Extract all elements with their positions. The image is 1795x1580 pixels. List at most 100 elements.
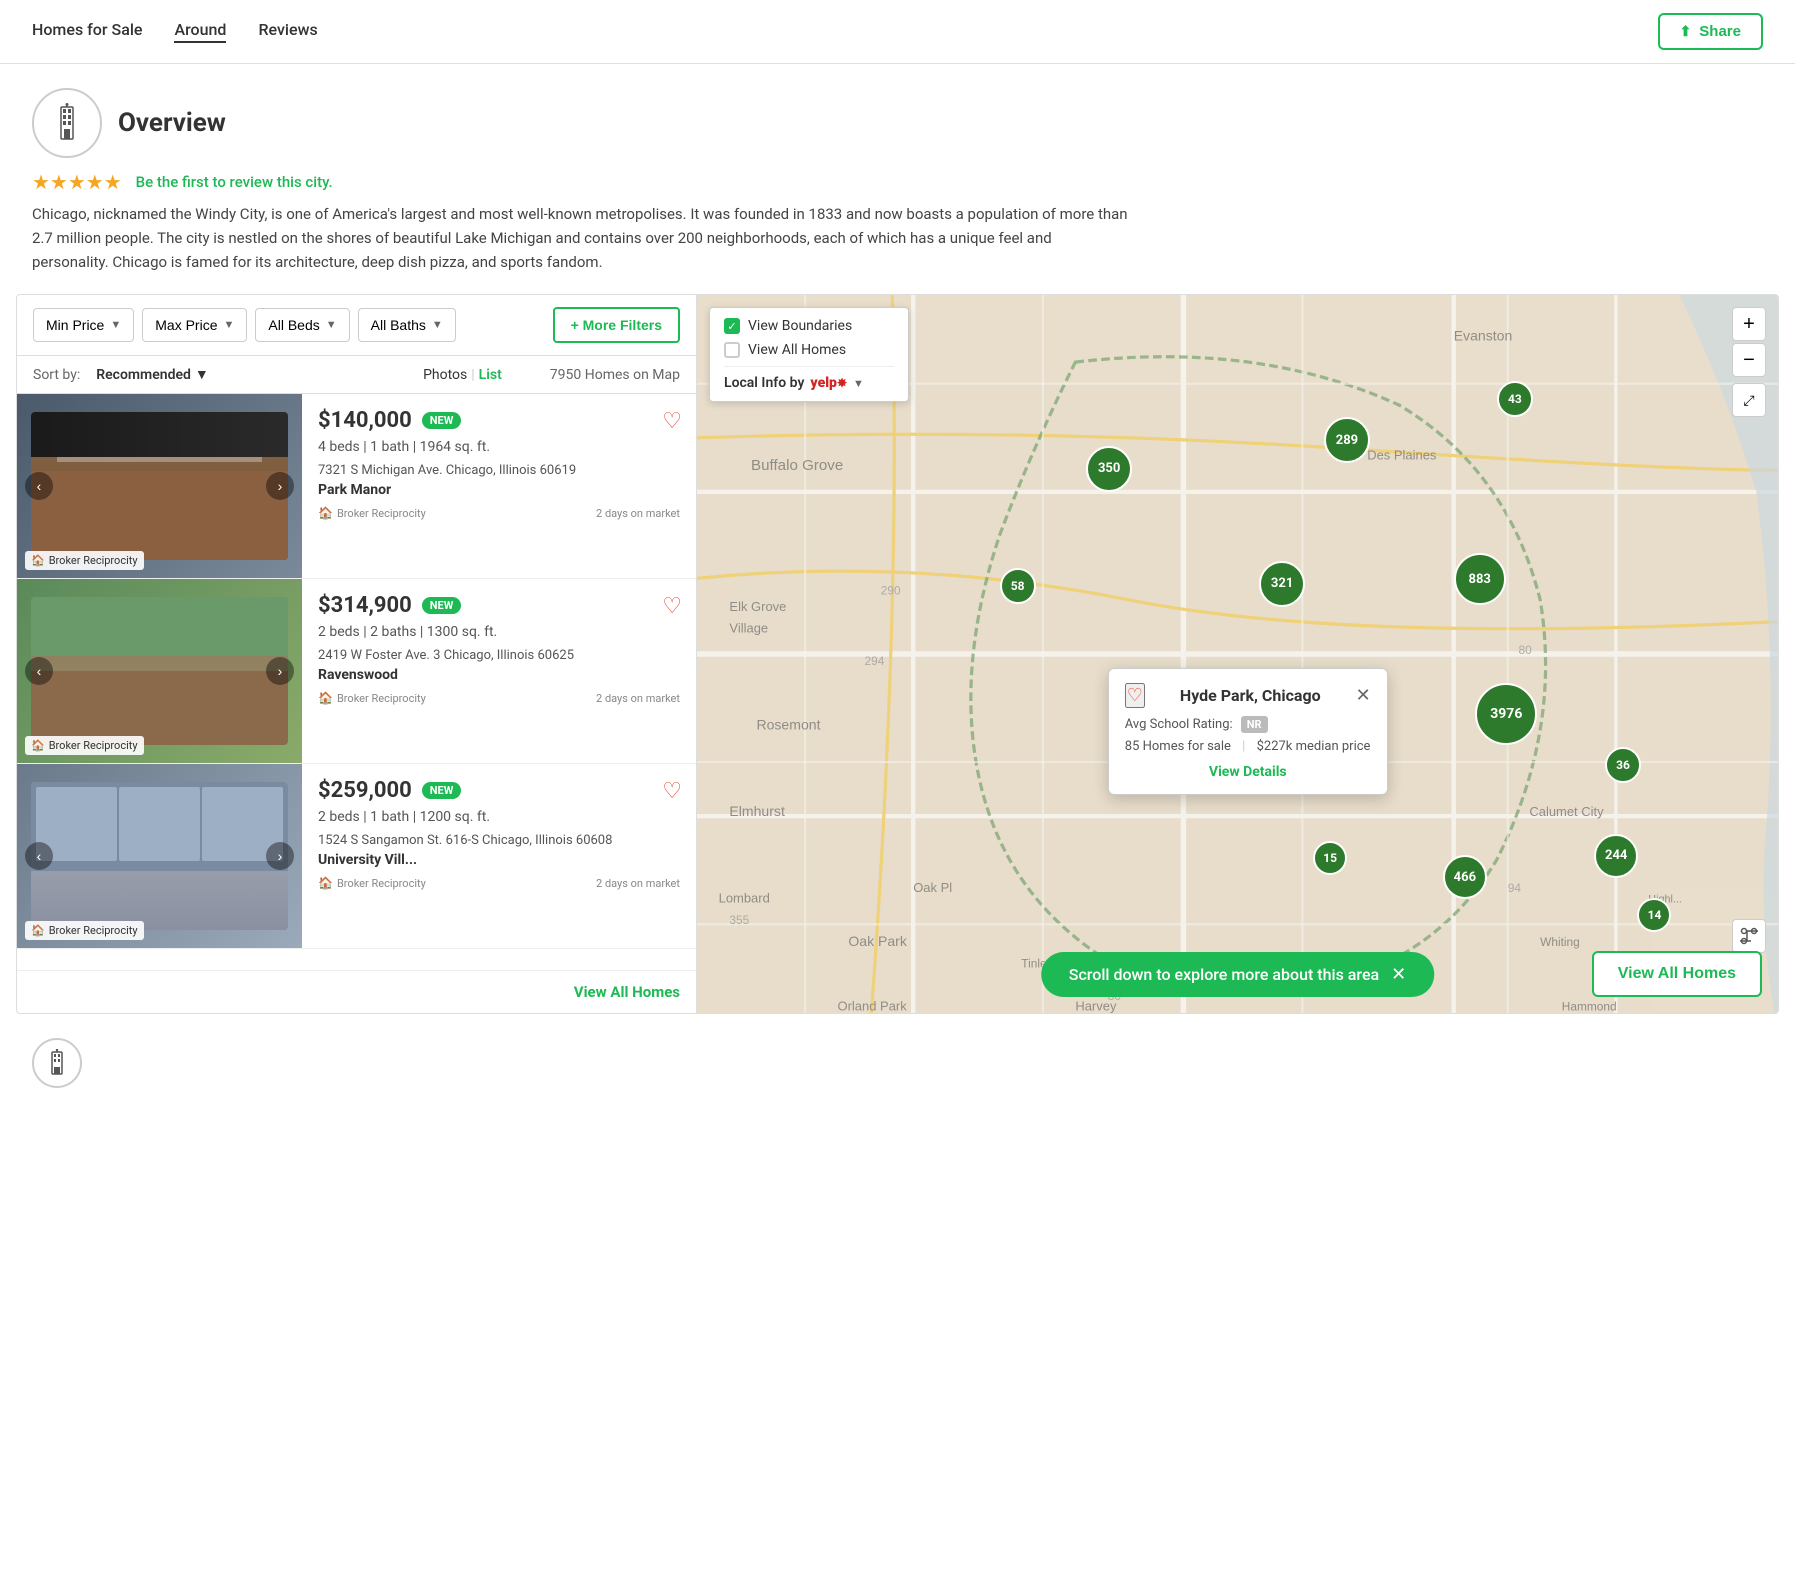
cluster-321[interactable]: 321 (1259, 561, 1305, 607)
broker-icon-small: 🏠 (318, 876, 333, 890)
expand-map-button[interactable]: ⤢ (1732, 383, 1766, 417)
prev-image-button[interactable]: ‹ (25, 657, 53, 685)
listing-days: 2 days on market (596, 507, 680, 520)
listing-info-1: $140,000 NEW 4 beds | 1 bath | 1964 sq. … (302, 394, 696, 578)
cluster-350[interactable]: 350 (1086, 446, 1132, 492)
view-boundaries-label: View Boundaries (748, 318, 852, 334)
listing-image-3: ‹ › 🏠 Broker Reciprocity (17, 764, 302, 948)
broker-icon: 🏠 (31, 554, 45, 567)
new-badge: NEW (422, 412, 462, 429)
cluster-883[interactable]: 883 (1454, 553, 1506, 605)
view-details-link[interactable]: View Details (1125, 764, 1371, 780)
all-baths-filter[interactable]: All Baths ▼ (358, 308, 456, 342)
map-tools-button[interactable] (1732, 919, 1766, 953)
cluster-244[interactable]: 244 (1594, 834, 1638, 878)
favorite-button[interactable]: ♡ (662, 778, 682, 804)
nav-around[interactable]: Around (174, 20, 226, 43)
image-nav: ‹ › (17, 657, 302, 685)
svg-text:Lombard: Lombard (719, 891, 770, 906)
listing-details: 4 beds | 1 bath | 1964 sq. ft. (318, 439, 680, 455)
zoom-out-button[interactable]: − (1732, 343, 1766, 377)
chevron-down-icon: ▼ (195, 366, 209, 383)
svg-text:Calumet City: Calumet City (1529, 804, 1604, 819)
broker-badge: 🏠 Broker Reciprocity (25, 551, 144, 570)
max-price-filter[interactable]: Max Price ▼ (142, 308, 247, 342)
more-filters-button[interactable]: + More Filters (553, 307, 680, 343)
favorite-button[interactable]: ♡ (662, 593, 682, 619)
image-nav: ‹ › (17, 842, 302, 870)
listing-info-3: $259,000 NEW 2 beds | 1 bath | 1200 sq. … (302, 764, 696, 948)
svg-text:Whiting: Whiting (1540, 935, 1580, 949)
listing-broker-row: 🏠 Broker Reciprocity 2 days on market (318, 691, 680, 705)
broker-badge: 🏠 Broker Reciprocity (25, 736, 144, 755)
nav-homes-for-sale[interactable]: Homes for Sale (32, 20, 142, 43)
chevron-down-icon: ▼ (432, 319, 443, 331)
broker-icon-small: 🏠 (318, 691, 333, 705)
popup-rating-row: Avg School Rating: NR (1125, 716, 1371, 733)
svg-text:Rosemont: Rosemont (756, 717, 820, 733)
zoom-in-button[interactable]: + (1732, 307, 1766, 341)
cluster-466[interactable]: 466 (1443, 855, 1487, 899)
cluster-15[interactable]: 15 (1313, 841, 1347, 875)
cluster-43[interactable]: 43 (1497, 381, 1533, 417)
next-image-button[interactable]: › (266, 472, 294, 500)
nav-links: Homes for Sale Around Reviews (32, 20, 1658, 43)
listing-address: 7321 S Michigan Ave. Chicago, Illinois 6… (318, 463, 680, 478)
review-link[interactable]: Be the first to review this city. (136, 173, 333, 191)
all-beds-filter[interactable]: All Beds ▼ (255, 308, 349, 342)
min-price-filter[interactable]: Min Price ▼ (33, 308, 134, 342)
view-toggle: Photos | List (423, 367, 502, 383)
prev-image-button[interactable]: ‹ (25, 472, 53, 500)
favorite-button[interactable]: ♡ (662, 408, 682, 434)
view-all-homes-link[interactable]: View All Homes (574, 983, 680, 1001)
svg-text:80: 80 (1519, 643, 1533, 657)
next-image-button[interactable]: › (266, 842, 294, 870)
toast-close-button[interactable]: ✕ (1391, 964, 1406, 985)
svg-text:Oak Park: Oak Park (848, 933, 908, 949)
next-image-button[interactable]: › (266, 657, 294, 685)
popup-close-button[interactable]: ✕ (1356, 685, 1371, 706)
homes-count: 7950 Homes on Map (550, 367, 680, 383)
cluster-3976[interactable]: 3976 (1475, 683, 1537, 745)
listing-address: 2419 W Foster Ave. 3 Chicago, Illinois 6… (318, 648, 680, 663)
listing-neighborhood: Park Manor (318, 482, 680, 498)
list-view-toggle[interactable]: List (479, 367, 502, 383)
svg-text:290: 290 (881, 584, 901, 598)
bottom-section (0, 1014, 1795, 1112)
svg-text:94: 94 (1508, 881, 1522, 895)
local-info-row[interactable]: Local Info by yelp✸ ▼ (724, 375, 894, 391)
cluster-58[interactable]: 58 (1000, 568, 1036, 604)
svg-text:Orland Park: Orland Park (838, 999, 908, 1013)
prev-image-button[interactable]: ‹ (25, 842, 53, 870)
view-all-homes-button[interactable]: View All Homes (1592, 951, 1762, 997)
photos-view-toggle[interactable]: Photos (423, 367, 467, 383)
listing-broker-row: 🏠 Broker Reciprocity 2 days on market (318, 506, 680, 520)
svg-text:Elk Grove: Elk Grove (729, 599, 786, 614)
checkbox-empty-icon (724, 342, 740, 358)
image-nav: ‹ › (17, 472, 302, 500)
cluster-289[interactable]: 289 (1324, 417, 1370, 463)
popup-favorite-button[interactable]: ♡ (1125, 683, 1145, 708)
chevron-down-icon: ▼ (223, 319, 234, 331)
listing-broker-row: 🏠 Broker Reciprocity 2 days on market (318, 876, 680, 890)
bottom-section-icon (32, 1038, 82, 1088)
nav-reviews[interactable]: Reviews (258, 20, 317, 43)
broker-icon: 🏠 (31, 924, 45, 937)
chevron-down-icon: ▼ (110, 319, 121, 331)
broker-icon: 🏠 (31, 739, 45, 752)
svg-text:Oak Pl: Oak Pl (913, 880, 952, 895)
view-boundaries-toggle[interactable]: ✓ View Boundaries (724, 318, 894, 334)
svg-text:Buffalo Grove: Buffalo Grove (751, 457, 843, 474)
left-panel: Min Price ▼ Max Price ▼ All Beds ▼ All B… (17, 295, 697, 1013)
overview-description: Chicago, nicknamed the Windy City, is on… (32, 202, 1132, 274)
popup-homes-count: 85 Homes for sale (1125, 739, 1231, 754)
listing-days: 2 days on market (596, 877, 680, 890)
main-content: Min Price ▼ Max Price ▼ All Beds ▼ All B… (16, 294, 1779, 1014)
popup-stats: 85 Homes for sale | $227k median price (1125, 739, 1371, 754)
listing-price: $314,900 (318, 593, 412, 618)
local-info-label: Local Info by (724, 375, 804, 391)
view-all-homes-toggle[interactable]: View All Homes (724, 342, 894, 358)
sort-dropdown[interactable]: Recommended ▼ (96, 366, 208, 383)
share-button[interactable]: ⬆ Share (1658, 13, 1763, 50)
sort-by-label: Sort by: (33, 367, 80, 383)
